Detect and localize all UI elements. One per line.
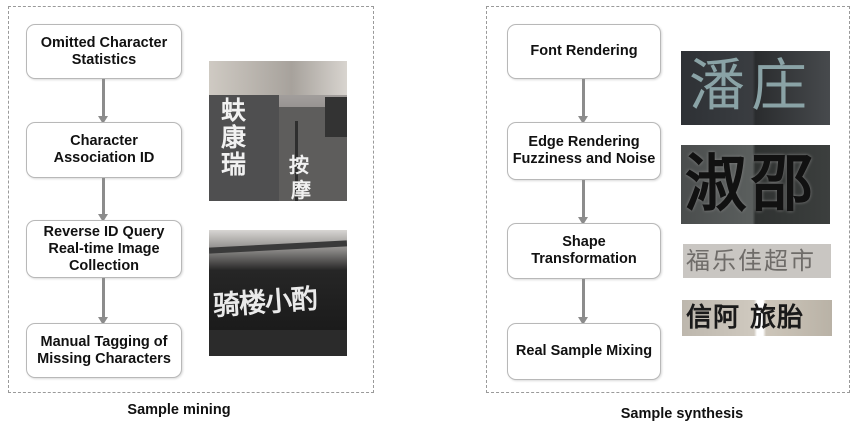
sample-text: 信阿 旅胎 (686, 303, 805, 333)
dark-sign-photo: 骑楼小酌 (209, 230, 347, 356)
sample-synthesis-caption: Sample synthesis (620, 406, 744, 422)
sample-text: 福乐佳超市 (686, 247, 816, 275)
sign-char: 瑞 (221, 150, 247, 179)
flow-arrow (98, 79, 108, 124)
sample-text: 淑邵 (685, 147, 818, 220)
step-manual-tagging: Manual Tagging of Missing Characters (26, 323, 182, 378)
sample-mining-caption: Sample mining (127, 402, 231, 418)
flow-arrow (98, 278, 108, 325)
synth-sample-mixing: 信阿 旅胎 (682, 300, 832, 336)
step-edge-rendering: Edge Rendering Fuzziness and Noise (507, 122, 661, 180)
sign-text: 骑楼小酌 (212, 283, 319, 322)
step-omitted-character-statistics: Omitted Character Statistics (26, 24, 182, 79)
flow-arrow (98, 178, 108, 222)
synth-sample-font: 潘庄 (681, 51, 830, 125)
step-real-sample-mixing: Real Sample Mixing (507, 323, 661, 380)
flow-arrow (578, 79, 588, 124)
sign-char: 摩 (291, 178, 311, 201)
synth-sample-shape: 福乐佳超市 (683, 244, 831, 278)
step-shape-transformation: Shape Transformation (507, 223, 661, 279)
step-character-association-id: Character Association ID (26, 122, 182, 178)
flow-arrow (578, 279, 588, 325)
storefront-sign-photo: 蚨 康 瑞 按 摩 (209, 61, 347, 201)
step-font-rendering: Font Rendering (507, 24, 661, 79)
sample-text: 潘庄 (689, 54, 813, 119)
synth-sample-edge: 淑邵 (681, 145, 830, 224)
flow-arrow (578, 180, 588, 225)
step-reverse-id-query: Reverse ID Query Real-time Image Collect… (26, 220, 182, 278)
